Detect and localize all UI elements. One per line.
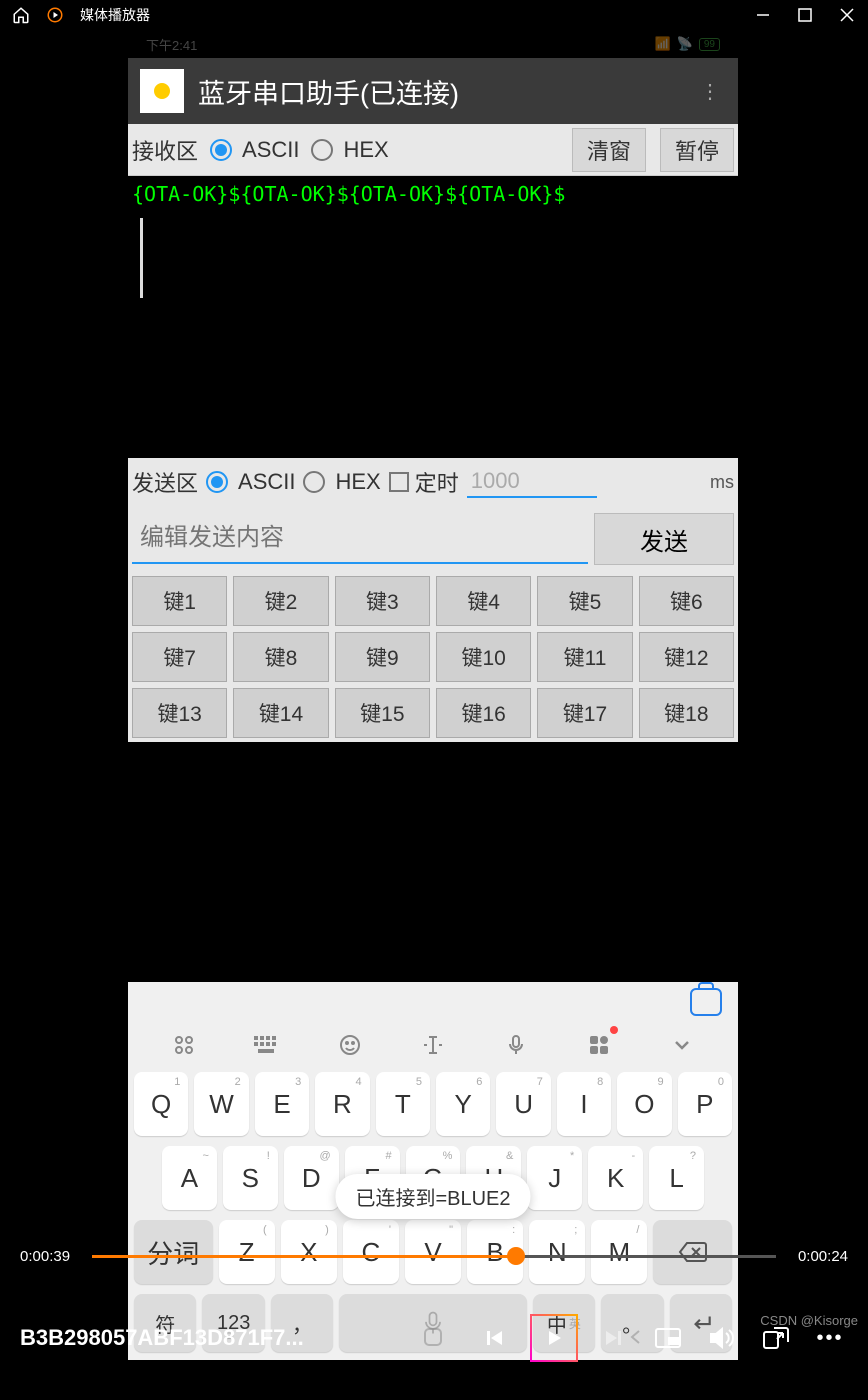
key-y[interactable]: Y6 <box>436 1072 490 1136</box>
play-circle-icon <box>46 6 64 24</box>
phone-screen: 下午2:41 📶 📡 99 蓝牙串口助手(已连接) ⋮ 接收区 ASCII HE… <box>128 30 738 1360</box>
shortcut-key[interactable]: 键9 <box>335 632 430 682</box>
shortcut-key[interactable]: 键5 <box>537 576 632 626</box>
app-title: 蓝牙串口助手(已连接) <box>198 72 680 111</box>
play-button[interactable] <box>530 1314 578 1362</box>
shortcut-key[interactable]: 键2 <box>233 576 328 626</box>
shortcut-key[interactable]: 键8 <box>233 632 328 682</box>
soft-keyboard: Q1W2E3R4T5Y6U7I8O9P0 已连接到=BLUE2 A~S!D@F#… <box>128 982 738 1360</box>
key-q[interactable]: Q1 <box>134 1072 188 1136</box>
send-button[interactable]: 发送 <box>594 513 734 565</box>
receive-toolbar: 接收区 ASCII HEX 清窗 暂停 <box>128 124 738 176</box>
progress-track[interactable] <box>92 1255 776 1258</box>
key-u[interactable]: U7 <box>496 1072 550 1136</box>
window-title: 媒体播放器 <box>80 5 150 25</box>
send-hex-radio[interactable]: HEX <box>303 469 380 495</box>
key-i[interactable]: I8 <box>557 1072 611 1136</box>
pause-button[interactable]: 暂停 <box>660 128 734 172</box>
pip-button[interactable] <box>758 1320 794 1356</box>
shortcut-key[interactable]: 键16 <box>436 688 531 738</box>
key-p[interactable]: P0 <box>678 1072 732 1136</box>
video-controls: B3B298057ABF13D871F7... ••• <box>0 1308 868 1368</box>
app-icon <box>140 69 184 113</box>
maximize-button[interactable] <box>796 6 814 24</box>
app-titlebar: 蓝牙串口助手(已连接) ⋮ <box>128 58 738 124</box>
send-ascii-radio[interactable]: ASCII <box>206 469 295 495</box>
shortcut-key[interactable]: 键1 <box>132 576 227 626</box>
send-input-row: 发送 <box>128 506 738 572</box>
shortcut-key[interactable]: 键6 <box>639 576 734 626</box>
shortcut-key[interactable]: 键11 <box>537 632 632 682</box>
close-button[interactable] <box>838 6 856 24</box>
key-s[interactable]: S! <box>223 1146 278 1210</box>
shortcut-key[interactable]: 键3 <box>335 576 430 626</box>
more-button[interactable]: ••• <box>812 1320 848 1356</box>
receive-hex-radio[interactable]: HEX <box>311 137 388 163</box>
send-toolbar: 发送区 ASCII HEX 定时 ms <box>128 458 738 506</box>
keyboard-layout-icon[interactable] <box>250 1028 284 1062</box>
keyboard-row-1: Q1W2E3R4T5Y6U7I8O9P0 <box>134 1072 732 1136</box>
key-l[interactable]: L? <box>649 1146 704 1210</box>
shortcut-key[interactable]: 键17 <box>537 688 632 738</box>
key-j[interactable]: J* <box>527 1146 582 1210</box>
window-titlebar: 媒体播放器 <box>0 0 868 30</box>
key-a[interactable]: A~ <box>162 1146 217 1210</box>
key-d[interactable]: D@ <box>284 1146 339 1210</box>
shortcut-key[interactable]: 键15 <box>335 688 430 738</box>
shortcut-key[interactable]: 键13 <box>132 688 227 738</box>
key-o[interactable]: O9 <box>617 1072 671 1136</box>
key-k[interactable]: K- <box>588 1146 643 1210</box>
ms-label: ms <box>710 472 734 493</box>
key-e[interactable]: E3 <box>255 1072 309 1136</box>
receive-content: {OTA-OK}${OTA-OK}${OTA-OK}${OTA-OK}$ <box>128 176 738 456</box>
keyboard-row-2: 已连接到=BLUE2 A~S!D@F#G%H&J*K-L? <box>134 1146 732 1210</box>
phone-status-bar: 下午2:41 📶 📡 99 <box>128 30 738 58</box>
media-title: B3B298057ABF13D871F7... <box>20 1325 458 1351</box>
key-t[interactable]: T5 <box>376 1072 430 1136</box>
time-current: 0:00:39 <box>20 1248 80 1265</box>
signal-icon: 📶 <box>655 36 671 52</box>
cursor-icon[interactable] <box>416 1028 450 1062</box>
connection-toast: 已连接到=BLUE2 <box>335 1174 530 1219</box>
progress-fill <box>92 1255 516 1258</box>
receive-ascii-radio[interactable]: ASCII <box>210 137 299 163</box>
grid-icon[interactable] <box>167 1028 201 1062</box>
shortcut-key[interactable]: 键12 <box>639 632 734 682</box>
shortcut-key-grid: 键1 键2 键3 键4 键5 键6 键7 键8 键9 键10 键11 键12 键… <box>128 572 738 742</box>
shortcut-key[interactable]: 键4 <box>436 576 531 626</box>
prev-button[interactable] <box>476 1320 512 1356</box>
status-time: 下午2:41 <box>146 35 197 54</box>
timer-input[interactable] <box>467 466 597 498</box>
volume-button[interactable] <box>704 1320 740 1356</box>
robot-icon[interactable] <box>690 988 722 1016</box>
next-button[interactable] <box>596 1320 632 1356</box>
wifi-icon: 📡 <box>677 36 693 52</box>
display-mode-button[interactable] <box>650 1320 686 1356</box>
menu-icon[interactable]: ⋮ <box>694 79 726 104</box>
key-r[interactable]: R4 <box>315 1072 369 1136</box>
home-icon[interactable] <box>12 6 30 24</box>
timer-checkbox[interactable]: 定时 <box>389 466 459 498</box>
receive-label: 接收区 <box>132 134 198 166</box>
keyboard-toolbar <box>128 1018 738 1072</box>
apps-icon[interactable] <box>582 1028 616 1062</box>
send-label: 发送区 <box>132 466 198 498</box>
shortcut-key[interactable]: 键10 <box>436 632 531 682</box>
shortcut-key[interactable]: 键14 <box>233 688 328 738</box>
emoji-icon[interactable] <box>333 1028 367 1062</box>
send-input[interactable] <box>132 514 588 564</box>
battery-icon: 99 <box>699 38 720 51</box>
minimize-button[interactable] <box>754 6 772 24</box>
video-progress-bar: 0:00:39 0:00:24 <box>0 1242 868 1270</box>
progress-knob[interactable] <box>507 1247 525 1265</box>
chevron-down-icon[interactable] <box>665 1028 699 1062</box>
clear-button[interactable]: 清窗 <box>572 128 646 172</box>
shortcut-key[interactable]: 键18 <box>639 688 734 738</box>
text-cursor <box>140 218 143 298</box>
receive-text: {OTA-OK}${OTA-OK}${OTA-OK}${OTA-OK}$ <box>132 182 734 206</box>
shortcut-key[interactable]: 键7 <box>132 632 227 682</box>
time-remaining: 0:00:24 <box>788 1248 848 1265</box>
mic-icon[interactable] <box>499 1028 533 1062</box>
key-w[interactable]: W2 <box>194 1072 248 1136</box>
